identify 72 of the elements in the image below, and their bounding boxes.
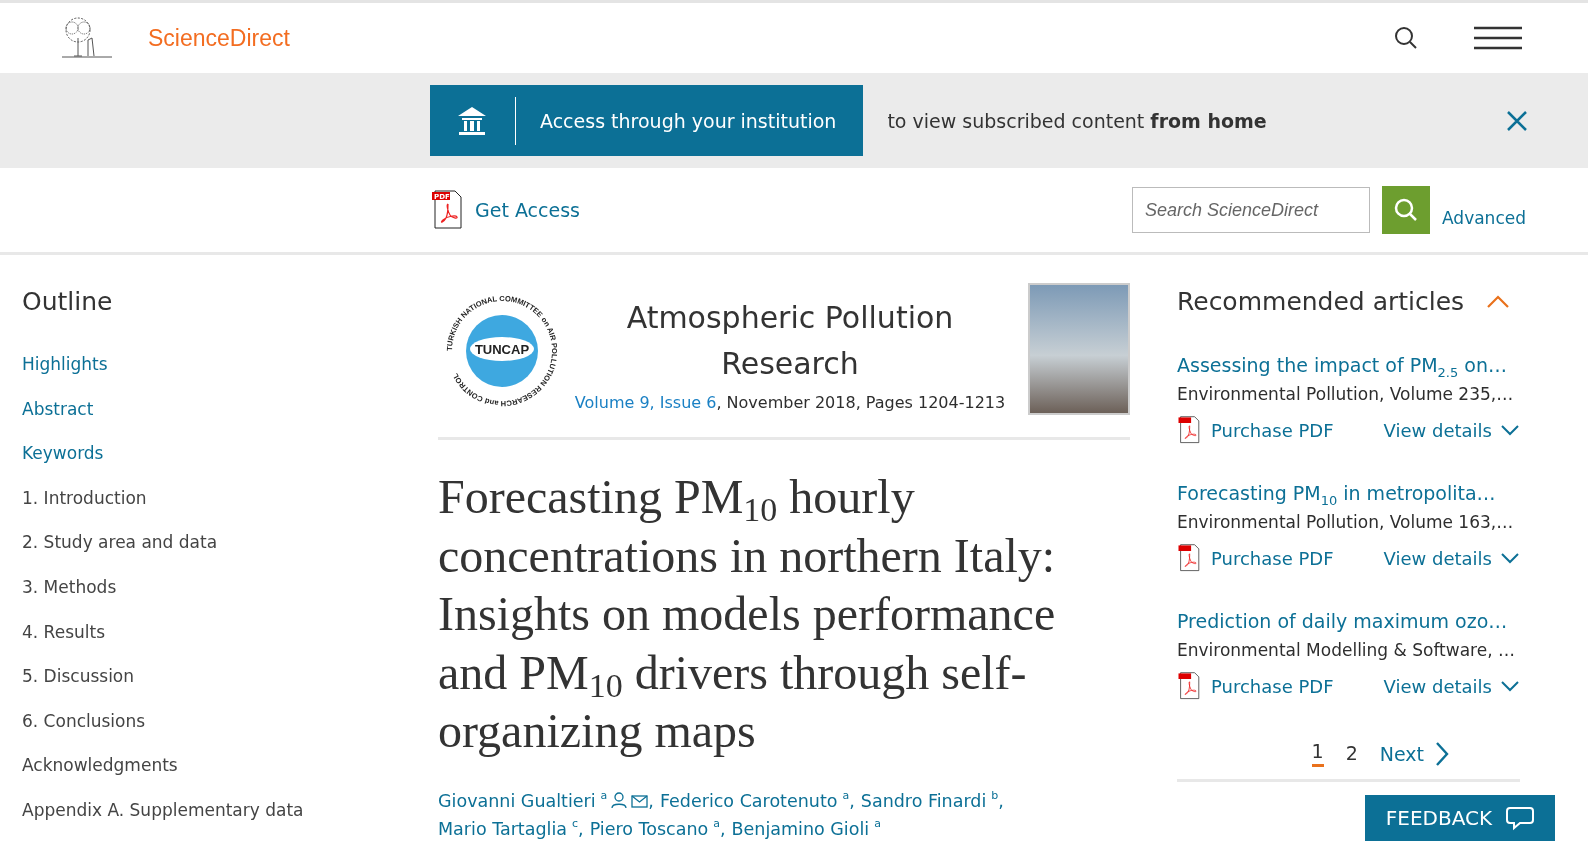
advanced-search-link[interactable]: Advanced <box>1442 208 1526 228</box>
affiliation-mark: a <box>842 788 850 802</box>
view-details-link[interactable]: View details <box>1383 419 1520 441</box>
chevron-down-icon <box>1500 423 1520 437</box>
banner-message: to view subscribed content from home <box>887 109 1268 132</box>
brand-link[interactable]: ScienceDirect <box>148 24 290 52</box>
person-icon[interactable] <box>611 791 628 809</box>
outline-item[interactable]: 6. Conclusions <box>22 708 438 754</box>
author-separator: , <box>578 818 584 839</box>
author-link[interactable]: Mario Tartaglia <box>438 818 567 839</box>
page-link[interactable]: 1 <box>1311 740 1324 767</box>
affiliation-mark: a <box>874 816 881 830</box>
citation-text: , November 2018, Pages 1204-1213 <box>716 392 1006 412</box>
page-link[interactable]: 2 <box>1345 741 1358 766</box>
author-separator: , <box>849 790 855 811</box>
affiliation-mark: c <box>572 816 579 830</box>
outline-item[interactable]: Highlights <box>22 352 438 397</box>
feedback-button[interactable]: FEEDBACK <box>1365 795 1555 841</box>
close-icon[interactable] <box>1506 109 1528 132</box>
affiliation-mark: a <box>600 788 608 802</box>
outline-item[interactable]: 1. Introduction <box>22 485 438 531</box>
view-details-link[interactable]: View details <box>1383 675 1520 697</box>
chevron-right-icon <box>1434 740 1450 767</box>
view-details-link[interactable]: View details <box>1383 547 1520 569</box>
recommended-article-link[interactable]: Assessing the impact of PM$_{2.5}$ on… <box>1177 354 1520 376</box>
chevron-down-icon <box>1500 551 1520 565</box>
search-field[interactable]: Search ScienceDirect <box>1132 187 1370 233</box>
menu-icon[interactable] <box>1474 26 1522 50</box>
purchase-pdf-link[interactable]: Purchase PDF <box>1177 544 1334 572</box>
volume-issue-link[interactable]: Volume 9, Issue 6 <box>574 392 717 412</box>
recommended-heading: Recommended articles <box>1177 287 1465 316</box>
search-icon[interactable] <box>1394 26 1418 50</box>
affiliation-mark: b <box>991 788 999 802</box>
author-separator: , <box>719 818 726 839</box>
outline-item[interactable]: Acknowledgments <box>22 753 438 798</box>
purchase-pdf-link[interactable]: Purchase PDF <box>1177 416 1334 444</box>
article-source: Environmental Modelling & Software, … <box>1177 640 1516 660</box>
chevron-down-icon <box>1500 679 1520 693</box>
pdf-icon <box>1177 672 1201 700</box>
article-source: Environmental Pollution, Volume 163,… <box>1177 512 1515 532</box>
affiliation-mark: a <box>713 816 720 830</box>
outline-item[interactable]: Abstract <box>22 396 438 442</box>
pdf-icon <box>1177 416 1201 444</box>
institution-access-button[interactable]: Access through your institution <box>430 85 864 156</box>
outline-item[interactable]: 3. Methods <box>22 574 438 620</box>
author-link[interactable]: Giovanni Gualtieri <box>438 790 596 811</box>
author-separator: , <box>998 790 1004 811</box>
author-link[interactable]: Federico Carotenuto <box>659 790 838 811</box>
outline-item[interactable]: Appendix A. Supplementary data <box>22 797 438 841</box>
author-separator: , <box>648 790 654 811</box>
search-button[interactable] <box>1382 186 1430 234</box>
envelope-icon[interactable] <box>631 793 649 809</box>
outline-item[interactable]: 2. Study area and data <box>22 530 438 575</box>
author-link[interactable]: Piero Toscano <box>589 818 709 839</box>
institution-icon <box>456 104 488 137</box>
outline-item[interactable]: Keywords <box>22 441 438 486</box>
next-page-link[interactable]: Next <box>1379 740 1450 767</box>
author-link[interactable]: Benjamino Gioli <box>731 818 870 839</box>
outline-item[interactable]: 4. Results <box>22 619 438 665</box>
purchase-pdf-link[interactable]: Purchase PDF <box>1177 672 1334 700</box>
article-source: Environmental Pollution, Volume 235,… <box>1177 384 1515 404</box>
outline-item[interactable]: 5. Discussion <box>22 664 438 709</box>
article-title: Forecasting PM$_{10}$ hourly concentrations in northern Italy: Insights on models performance and PM$_{10}$ drivers through self-organizing maps <box>438 469 1057 759</box>
outline-heading: Outline <box>22 287 114 316</box>
speech-bubble-icon <box>1506 805 1535 831</box>
recommended-article-link[interactable]: Forecasting PM$_{10}$ in metropolita… <box>1177 482 1520 504</box>
search-icon <box>1394 198 1418 222</box>
journal-cover-image[interactable] <box>1028 283 1130 415</box>
pdf-icon <box>1177 544 1201 572</box>
author-link[interactable]: Sandro Finardi <box>860 790 987 811</box>
journal-title-link[interactable]: Atmospheric Pollution Research <box>562 294 1018 387</box>
recommended-article-link[interactable]: Prediction of daily maximum ozo… <box>1177 610 1520 632</box>
